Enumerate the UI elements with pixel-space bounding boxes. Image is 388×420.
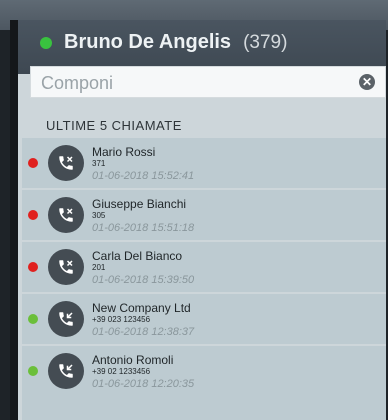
caller-number: +39 023 123456 [92,315,151,324]
missed-call-icon [48,145,84,181]
call-time: 01-06-2018 15:51:18 [92,222,195,234]
list-bottom-strip [22,393,386,420]
caller-name: Antonio Romoli [92,353,174,367]
incoming-call-icon [48,301,84,337]
user-name-label: Bruno De Angelis (379) [64,31,287,54]
call-status-dot [28,158,38,168]
call-row[interactable]: Antonio Romoli +39 02 1233456 01-06-2018… [22,346,386,398]
call-status-dot [28,366,38,376]
call-row[interactable]: Mario Rossi 371 01-06-2018 15:52:41 [22,138,386,190]
call-time: 01-06-2018 15:52:41 [92,170,195,182]
caller-name: Giuseppe Bianchi [92,197,187,211]
call-status-dot [28,262,38,272]
recent-calls-title: ULTIME 5 CHIAMATE [46,118,182,133]
caller-number: 201 [92,263,106,272]
caller-name: New Company Ltd [92,301,191,315]
caller-name: Mario Rossi [92,145,156,159]
clear-icon[interactable]: ✕ [359,74,375,90]
call-row[interactable]: New Company Ltd +39 023 123456 01-06-201… [22,294,386,346]
caller-number: 305 [92,211,106,220]
dial-input[interactable] [31,67,343,99]
call-row[interactable]: Giuseppe Bianchi 305 01-06-2018 15:51:18 [22,190,386,242]
presence-status-dot [40,37,52,49]
call-row[interactable]: Carla Del Bianco 201 01-06-2018 15:39:50 [22,242,386,294]
phone-panel: Bruno De Angelis (379) ✕ ULTIME 5 CHIAMAT… [10,20,386,420]
call-time: 01-06-2018 15:39:50 [92,274,195,286]
call-status-dot [28,210,38,220]
user-extension: (379) [243,32,288,53]
caller-number: +39 02 1233456 [92,367,151,376]
call-time: 01-06-2018 12:20:35 [92,378,195,390]
dial-field: ✕ [30,66,386,99]
user-name: Bruno De Angelis [64,31,232,53]
incoming-call-icon [48,353,84,389]
call-status-dot [28,314,38,324]
caller-name: Carla Del Bianco [92,249,183,263]
missed-call-icon [48,197,84,233]
caller-number: 371 [92,159,106,168]
call-time: 01-06-2018 12:38:37 [92,326,195,338]
missed-call-icon [48,249,84,285]
